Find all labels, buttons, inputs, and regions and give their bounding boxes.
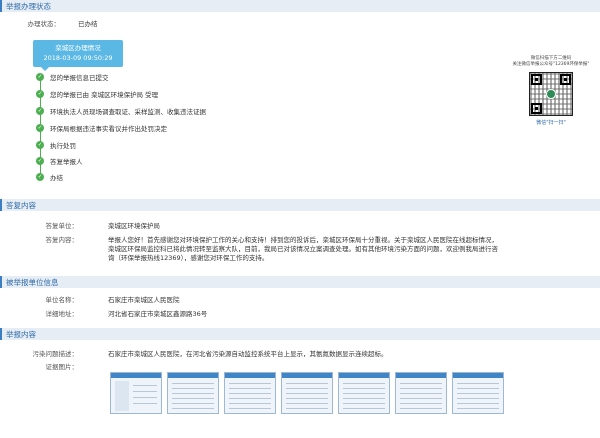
report-photo-row: 证据图片： xyxy=(4,363,82,372)
reply-unit-row: 答复单位： 栾城区环境保护局 xyxy=(4,222,161,231)
check-icon: ✓ xyxy=(36,157,44,165)
reply-unit-label: 答复单位： xyxy=(45,222,79,230)
qr-note-line2: 关注微信举报公众号"12369环保举报" xyxy=(512,62,590,67)
timeline-step: ✓ 答复举报人 xyxy=(36,157,83,166)
reply-content-text: 举报人您好！首先感谢您对环境保护工作的关心和支持！排到您的投诉后，栾城区环保局十… xyxy=(108,236,498,262)
evidence-photo[interactable] xyxy=(452,372,504,414)
timeline-step: ✓ 您的举报已由 栾城区环境保护局 受理 xyxy=(36,90,159,99)
unit-address-row: 详细地址： 河北省石家庄市栾城区鑫源路36号 xyxy=(4,310,208,319)
evidence-photo[interactable] xyxy=(224,372,276,414)
qr-caption: 微信"扫一扫" xyxy=(536,120,566,126)
qr-logo-icon xyxy=(546,89,556,99)
report-desc-row: 污染问题描述： 石家庄市栾城区人民医院，在河北省污染源自动监控系统平台上显示，其… xyxy=(4,350,388,359)
reply-content-row: 答复内容： 举报人您好！首先感谢您对环境保护工作的关心和支持！排到您的投诉后，栾… xyxy=(4,236,596,263)
report-photo-label: 证据图片： xyxy=(45,363,79,371)
unit-name-label: 单位名称： xyxy=(45,296,79,304)
handling-box-title: 栾城区办理情况 xyxy=(55,44,101,52)
unit-address-value: 河北省石家庄市栾城区鑫源路36号 xyxy=(108,310,208,318)
reply-content-label: 答复内容： xyxy=(45,236,79,244)
timeline-step: ✓ 执行处罚 xyxy=(36,141,76,150)
status-value: 已办结 xyxy=(78,20,98,28)
unit-name-row: 单位名称： 石家庄市栾城区人民医院 xyxy=(4,296,180,305)
timeline-step: ✓ 环境执法人员现场调查取证、采样监测、收集违法证据 xyxy=(36,107,206,116)
check-icon: ✓ xyxy=(36,90,44,98)
evidence-photo[interactable] xyxy=(395,372,447,414)
section-header-report: 举报内容 xyxy=(0,328,600,340)
check-icon: ✓ xyxy=(36,107,44,115)
section-header-reply: 答复内容 xyxy=(0,199,600,211)
check-icon: ✓ xyxy=(36,141,44,149)
check-icon: ✓ xyxy=(36,124,44,132)
evidence-photo[interactable] xyxy=(110,372,162,414)
wechat-qr-panel: 微信扫描下方二维码 关注微信举报公众号"12369环保举报" 微信"扫一扫" xyxy=(512,56,590,126)
evidence-photo-list xyxy=(110,372,504,414)
unit-name-value: 石家庄市栾城区人民医院 xyxy=(108,296,180,304)
section-header-progress: 举报办理状态 xyxy=(0,0,600,12)
handling-status-box: 栾城区办理情况 2018-03-09 09:50:29 xyxy=(33,40,123,67)
handling-box-time: 2018-03-09 09:50:29 xyxy=(43,54,113,62)
section-header-unit: 被举报单位信息 xyxy=(0,276,600,288)
evidence-photo[interactable] xyxy=(338,372,390,414)
timeline-step: ✓ 您的举报信息已提交 xyxy=(36,73,109,82)
status-row: 办理状态： 已办结 xyxy=(0,20,98,29)
report-desc-label: 污染问题描述： xyxy=(32,350,79,358)
report-desc-value: 石家庄市栾城区人民医院，在河北省污染源自动监控系统平台上显示，其氨氮数据显示连续… xyxy=(108,350,388,358)
check-icon: ✓ xyxy=(36,73,44,81)
reply-unit-value: 栾城区环境保护局 xyxy=(108,222,160,230)
unit-address-label: 详细地址： xyxy=(45,310,79,318)
timeline-step: ✓ 环保局根据违法事实看议并作出处罚决定 xyxy=(36,124,167,133)
qr-code-icon[interactable] xyxy=(529,72,573,116)
check-icon: ✓ xyxy=(36,173,44,181)
status-label: 办理状态： xyxy=(27,20,61,28)
timeline-step: ✓ 办结 xyxy=(36,173,63,182)
status-box-pointer xyxy=(41,67,49,71)
evidence-photo[interactable] xyxy=(167,372,219,414)
evidence-photo[interactable] xyxy=(281,372,333,414)
